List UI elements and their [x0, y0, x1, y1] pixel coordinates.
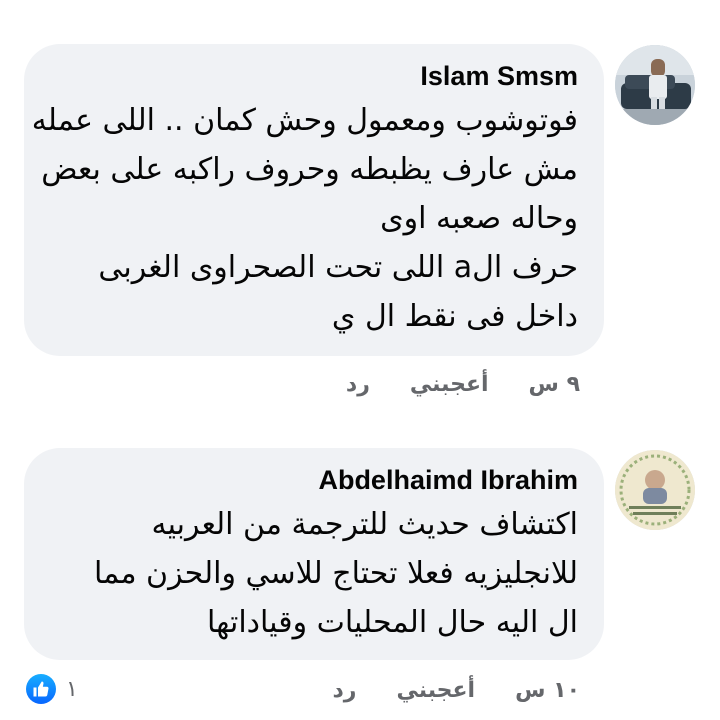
- comment-line: للانجليزيه فعلا تحتاج للاسي والحزن مما: [93, 556, 578, 591]
- reaction-summary[interactable]: ١: [26, 674, 78, 704]
- like-button[interactable]: أعجبني: [396, 678, 475, 703]
- like-button[interactable]: أعجبني: [410, 372, 489, 397]
- profile-photo: [615, 450, 695, 530]
- comment-2: Abdelhaimd Ibrahim اكتشاف حديث للترجمة م…: [0, 420, 720, 720]
- avatar[interactable]: [615, 45, 695, 125]
- comment-line: داخل فى نقط ال ي: [331, 299, 578, 334]
- comment-actions: ١٠ س أعجبني رد: [332, 678, 580, 703]
- like-icon: [26, 674, 56, 704]
- comment-1: Islam Smsm فوتوشوب ومعمول وحش كمان .. ال…: [0, 0, 720, 420]
- comment-actions: ٩ س أعجبني رد: [346, 372, 580, 397]
- comment-bubble: Islam Smsm فوتوشوب ومعمول وحش كمان .. ال…: [24, 44, 604, 356]
- reply-button[interactable]: رد: [332, 678, 356, 703]
- comment-line: مش عارف يظبطه وحروف راكبه على بعض: [41, 152, 578, 187]
- comment-timestamp[interactable]: ٩ س: [529, 372, 580, 397]
- reaction-count: ١: [66, 676, 78, 702]
- avatar[interactable]: [615, 450, 695, 530]
- profile-photo: [615, 45, 695, 125]
- comment-author[interactable]: Abdelhaimd Ibrahim: [50, 448, 578, 496]
- comment-text: اكتشاف حديث للترجمة من العربيه للانجليزي…: [50, 500, 578, 647]
- comment-line: اكتشاف حديث للترجمة من العربيه: [151, 507, 578, 542]
- comment-line: وحاله صعبه اوى: [380, 201, 578, 236]
- comment-author[interactable]: Islam Smsm: [50, 44, 578, 92]
- comment-line: ال اليه حال المحليات وقياداتها: [207, 605, 578, 640]
- comment-line: فوتوشوب ومعمول وحش كمان .. اللى عمله: [31, 103, 578, 138]
- comment-timestamp[interactable]: ١٠ س: [515, 678, 580, 703]
- comment-bubble: Abdelhaimd Ibrahim اكتشاف حديث للترجمة م…: [24, 448, 604, 660]
- comment-text: فوتوشوب ومعمول وحش كمان .. اللى عمله مش …: [31, 96, 578, 341]
- reply-button[interactable]: رد: [346, 372, 370, 397]
- comment-line: حرف الa اللى تحت الصحراوى الغربى: [98, 250, 578, 285]
